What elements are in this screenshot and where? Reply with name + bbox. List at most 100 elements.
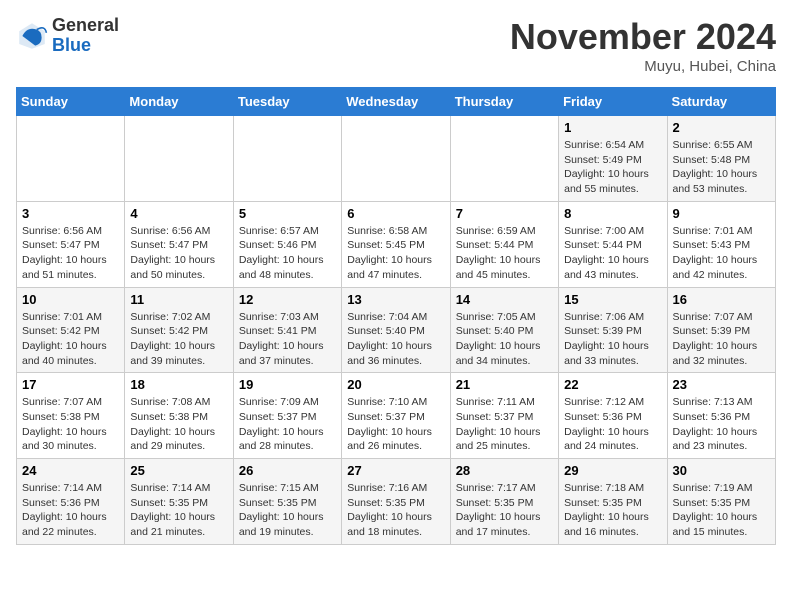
day-info: Sunrise: 7:01 AM Sunset: 5:42 PM Dayligh…: [22, 310, 119, 369]
day-info: Sunrise: 6:59 AM Sunset: 5:44 PM Dayligh…: [456, 224, 553, 283]
day-info: Sunrise: 7:01 AM Sunset: 5:43 PM Dayligh…: [673, 224, 770, 283]
day-info: Sunrise: 7:10 AM Sunset: 5:37 PM Dayligh…: [347, 395, 444, 454]
column-header-sunday: Sunday: [17, 88, 125, 116]
day-info: Sunrise: 7:07 AM Sunset: 5:39 PM Dayligh…: [673, 310, 770, 369]
day-info: Sunrise: 7:14 AM Sunset: 5:36 PM Dayligh…: [22, 481, 119, 540]
day-number: 27: [347, 463, 444, 478]
day-number: 30: [673, 463, 770, 478]
day-info: Sunrise: 7:02 AM Sunset: 5:42 PM Dayligh…: [130, 310, 227, 369]
day-number: 21: [456, 377, 553, 392]
calendar-header-row: SundayMondayTuesdayWednesdayThursdayFrid…: [17, 88, 776, 116]
day-info: Sunrise: 7:09 AM Sunset: 5:37 PM Dayligh…: [239, 395, 336, 454]
day-number: 20: [347, 377, 444, 392]
calendar-cell: 29 Sunrise: 7:18 AM Sunset: 5:35 PM Dayli…: [559, 459, 667, 545]
day-number: 17: [22, 377, 119, 392]
day-info: Sunrise: 7:17 AM Sunset: 5:35 PM Dayligh…: [456, 481, 553, 540]
logo-blue-text: Blue: [52, 36, 119, 56]
calendar-cell: 9 Sunrise: 7:01 AM Sunset: 5:43 PM Daylig…: [667, 201, 775, 287]
day-number: 28: [456, 463, 553, 478]
day-number: 9: [673, 206, 770, 221]
day-number: 15: [564, 292, 661, 307]
logo-general-text: General: [52, 16, 119, 36]
day-number: 13: [347, 292, 444, 307]
location-subtitle: Muyu, Hubei, China: [510, 58, 776, 75]
month-title: November 2024: [510, 16, 776, 58]
calendar-cell: 17Sunrise: 7:07 AM Sunset: 5:38 PM Dayli…: [17, 373, 125, 459]
day-info: Sunrise: 7:14 AM Sunset: 5:35 PM Dayligh…: [130, 481, 227, 540]
logo-icon: [16, 20, 48, 52]
calendar-week-5: 24 Sunrise: 7:14 AM Sunset: 5:36 PM Dayli…: [17, 459, 776, 545]
day-info: Sunrise: 7:13 AM Sunset: 5:36 PM Dayligh…: [673, 395, 770, 454]
title-block: November 2024 Muyu, Hubei, China: [510, 16, 776, 75]
calendar-cell: 16 Sunrise: 7:07 AM Sunset: 5:39 PM Dayli…: [667, 287, 775, 373]
day-number: 16: [673, 292, 770, 307]
day-info: Sunrise: 7:19 AM Sunset: 5:35 PM Dayligh…: [673, 481, 770, 540]
day-number: 23: [673, 377, 770, 392]
calendar-cell: 3Sunrise: 6:56 AM Sunset: 5:47 PM Daylig…: [17, 201, 125, 287]
day-info: Sunrise: 7:15 AM Sunset: 5:35 PM Dayligh…: [239, 481, 336, 540]
logo-text: General Blue: [52, 16, 119, 56]
calendar-cell: [17, 116, 125, 202]
day-number: 29: [564, 463, 661, 478]
day-info: Sunrise: 7:11 AM Sunset: 5:37 PM Dayligh…: [456, 395, 553, 454]
day-number: 1: [564, 120, 661, 135]
day-info: Sunrise: 7:06 AM Sunset: 5:39 PM Dayligh…: [564, 310, 661, 369]
day-number: 10: [22, 292, 119, 307]
day-number: 12: [239, 292, 336, 307]
column-header-monday: Monday: [125, 88, 233, 116]
day-info: Sunrise: 6:56 AM Sunset: 5:47 PM Dayligh…: [130, 224, 227, 283]
calendar-cell: 19 Sunrise: 7:09 AM Sunset: 5:37 PM Dayli…: [233, 373, 341, 459]
column-header-friday: Friday: [559, 88, 667, 116]
column-header-tuesday: Tuesday: [233, 88, 341, 116]
day-number: 24: [22, 463, 119, 478]
column-header-wednesday: Wednesday: [342, 88, 450, 116]
day-info: Sunrise: 7:08 AM Sunset: 5:38 PM Dayligh…: [130, 395, 227, 454]
calendar-cell: 20 Sunrise: 7:10 AM Sunset: 5:37 PM Dayli…: [342, 373, 450, 459]
day-info: Sunrise: 7:03 AM Sunset: 5:41 PM Dayligh…: [239, 310, 336, 369]
day-info: Sunrise: 6:54 AM Sunset: 5:49 PM Dayligh…: [564, 138, 661, 197]
day-info: Sunrise: 7:18 AM Sunset: 5:35 PM Dayligh…: [564, 481, 661, 540]
day-number: 19: [239, 377, 336, 392]
day-number: 2: [673, 120, 770, 135]
calendar-cell: 30 Sunrise: 7:19 AM Sunset: 5:35 PM Dayli…: [667, 459, 775, 545]
calendar-cell: 10 Sunrise: 7:01 AM Sunset: 5:42 PM Dayli…: [17, 287, 125, 373]
calendar-cell: 14 Sunrise: 7:05 AM Sunset: 5:40 PM Dayli…: [450, 287, 558, 373]
day-info: Sunrise: 7:16 AM Sunset: 5:35 PM Dayligh…: [347, 481, 444, 540]
calendar-cell: 15 Sunrise: 7:06 AM Sunset: 5:39 PM Dayli…: [559, 287, 667, 373]
calendar-cell: 7 Sunrise: 6:59 AM Sunset: 5:44 PM Daylig…: [450, 201, 558, 287]
day-number: 22: [564, 377, 661, 392]
calendar-cell: 27 Sunrise: 7:16 AM Sunset: 5:35 PM Dayli…: [342, 459, 450, 545]
calendar-cell: [342, 116, 450, 202]
calendar-cell: 5Sunrise: 6:57 AM Sunset: 5:46 PM Daylig…: [233, 201, 341, 287]
day-info: Sunrise: 6:58 AM Sunset: 5:45 PM Dayligh…: [347, 224, 444, 283]
calendar-cell: 1 Sunrise: 6:54 AM Sunset: 5:49 PM Daylig…: [559, 116, 667, 202]
day-info: Sunrise: 7:04 AM Sunset: 5:40 PM Dayligh…: [347, 310, 444, 369]
day-info: Sunrise: 6:55 AM Sunset: 5:48 PM Dayligh…: [673, 138, 770, 197]
day-number: 18: [130, 377, 227, 392]
day-number: 14: [456, 292, 553, 307]
calendar-cell: 26 Sunrise: 7:15 AM Sunset: 5:35 PM Dayli…: [233, 459, 341, 545]
day-number: 7: [456, 206, 553, 221]
column-header-thursday: Thursday: [450, 88, 558, 116]
day-number: 6: [347, 206, 444, 221]
calendar-cell: 8Sunrise: 7:00 AM Sunset: 5:44 PM Daylig…: [559, 201, 667, 287]
calendar-cell: 6 Sunrise: 6:58 AM Sunset: 5:45 PM Daylig…: [342, 201, 450, 287]
calendar-week-2: 3 Sunrise: 6:56 AM Sunset: 5:47 PM Daylig…: [17, 201, 776, 287]
logo: General Blue: [16, 16, 119, 56]
day-info: Sunrise: 7:05 AM Sunset: 5:40 PM Dayligh…: [456, 310, 553, 369]
calendar-cell: 22Sunrise: 7:12 AM Sunset: 5:36 PM Dayli…: [559, 373, 667, 459]
day-number: 3: [22, 206, 119, 221]
calendar-cell: 23 Sunrise: 7:13 AM Sunset: 5:36 PM Dayli…: [667, 373, 775, 459]
day-number: 11: [130, 292, 227, 307]
calendar-cell: 24 Sunrise: 7:14 AM Sunset: 5:36 PM Dayli…: [17, 459, 125, 545]
calendar-cell: [233, 116, 341, 202]
day-info: Sunrise: 7:00 AM Sunset: 5:44 PM Dayligh…: [564, 224, 661, 283]
calendar-week-1: 1 Sunrise: 6:54 AM Sunset: 5:49 PM Daylig…: [17, 116, 776, 202]
page-header: General Blue November 2024 Muyu, Hubei, …: [16, 16, 776, 75]
calendar-cell: 25Sunrise: 7:14 AM Sunset: 5:35 PM Dayli…: [125, 459, 233, 545]
day-number: 26: [239, 463, 336, 478]
column-header-saturday: Saturday: [667, 88, 775, 116]
calendar-table: SundayMondayTuesdayWednesdayThursdayFrid…: [16, 87, 776, 545]
calendar-cell: 2 Sunrise: 6:55 AM Sunset: 5:48 PM Daylig…: [667, 116, 775, 202]
calendar-week-4: 17Sunrise: 7:07 AM Sunset: 5:38 PM Dayli…: [17, 373, 776, 459]
